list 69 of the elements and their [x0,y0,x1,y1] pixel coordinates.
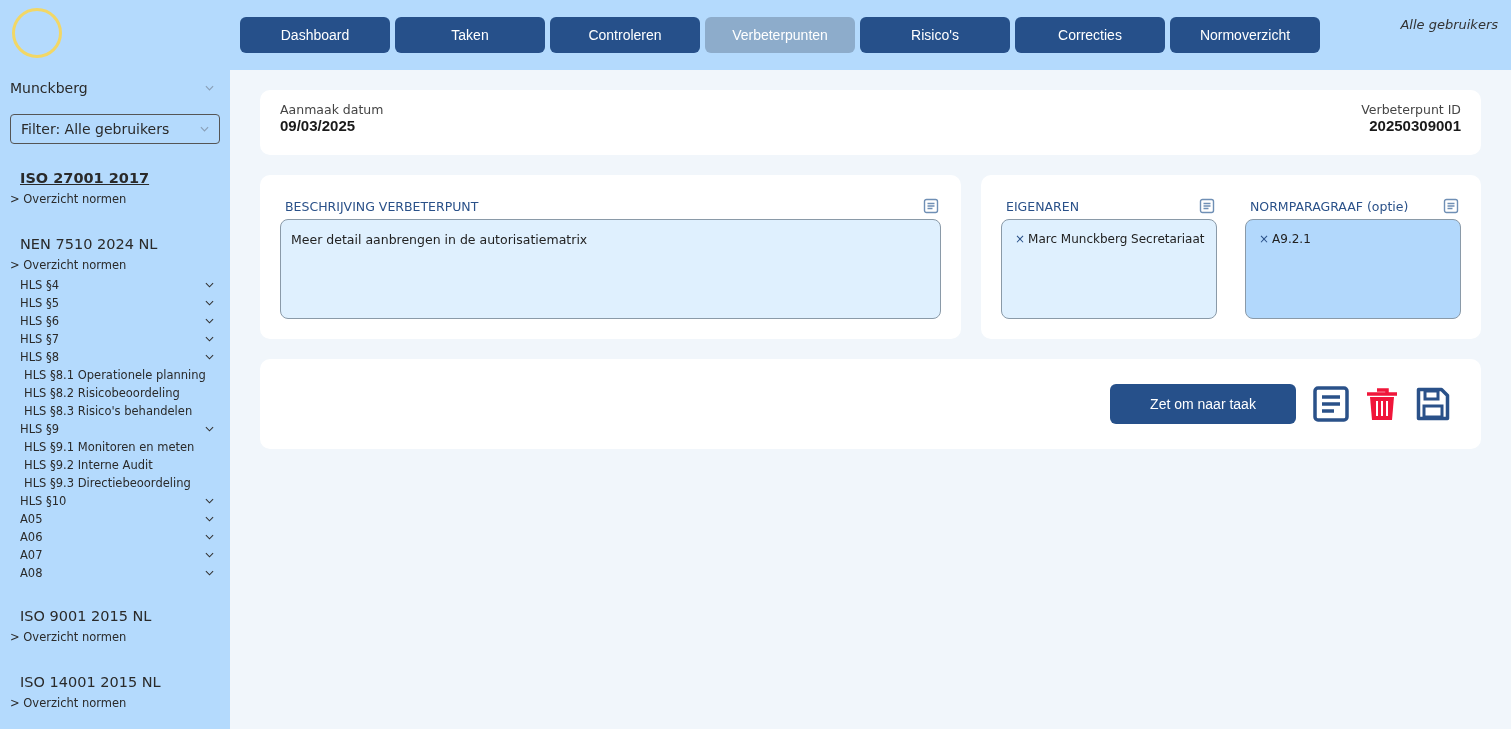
owners-field[interactable]: × Marc Munckberg Secretariaat [1001,219,1217,319]
chevron-down-icon [205,354,214,360]
trash-icon[interactable] [1364,386,1400,422]
owners-label: EIGENAREN [1006,198,1079,214]
date-label: Aanmaak datum [280,102,384,117]
chevron-down-icon [205,426,214,432]
remove-tag-button[interactable]: × [1259,232,1270,246]
norm-paragraph-label: NORMPARAGRAAF (optie) [1250,198,1409,214]
sidebar-item[interactable]: HLS §9 [10,420,220,438]
sidebar-subitem[interactable]: HLS §9.2 Interne Audit [10,456,220,474]
chevron-down-icon [205,534,214,540]
note-icon[interactable] [923,198,939,214]
norm-paragraph-field[interactable]: × A9.2.1 [1245,219,1461,319]
description-field[interactable]: Meer detail aanbrengen in de autorisatiematrix [280,219,941,319]
organization-select[interactable]: Munckberg [10,78,220,98]
document-icon[interactable] [1313,386,1349,422]
sidebar-subitem[interactable]: HLS §8.2 Risicobeoordeling [10,384,220,402]
chevron-down-icon [205,336,214,342]
chevron-down-icon [205,516,214,522]
description-label: BESCHRIJVING VERBETERPUNT [285,198,479,214]
chevron-down-icon [205,498,214,504]
norm-tag: A9.2.1 [1272,232,1311,246]
sidebar-item[interactable]: HLS §8 [10,348,220,366]
norm-title[interactable]: ISO 14001 2015 NL [10,674,220,696]
logo-circle-icon [12,8,62,58]
nav-tab[interactable]: Dashboard [240,17,390,53]
overview-link[interactable]: > Overzicht normen [10,630,220,648]
user-filter-select[interactable]: Filter: Alle gebruikers [10,114,220,144]
chevron-down-icon [205,85,214,91]
owner-tag: Marc Munckberg Secretariaat [1028,232,1205,246]
id-value: 20250309001 [1368,117,1461,134]
sidebar-subitem[interactable]: HLS §9.3 Directiebeoordeling [10,474,220,492]
sidebar-item[interactable]: HLS §4 [10,276,220,294]
sidebar-subitem[interactable]: HLS §9.1 Monitoren en meten [10,438,220,456]
nav-tab[interactable]: Correcties [1015,17,1165,53]
overview-link[interactable]: > Overzicht normen [10,258,220,276]
id-label: Verbeterpunt ID [1361,102,1461,117]
sidebar-subitem[interactable]: HLS §8.3 Risico's behandelen [10,402,220,420]
convert-to-task-button[interactable]: Zet om naar taak [1110,384,1296,424]
save-icon[interactable] [1415,386,1451,422]
nav-tab[interactable]: Controleren [550,17,700,53]
sidebar-item[interactable]: HLS §10 [10,492,220,510]
sidebar-item[interactable]: A08 [10,564,220,582]
note-icon[interactable] [1443,198,1459,214]
note-icon[interactable] [1199,198,1215,214]
chevron-down-icon [205,318,214,324]
overview-link[interactable]: > Overzicht normen [10,696,220,714]
nav-tab[interactable]: Taken [395,17,545,53]
chevron-down-icon [205,282,214,288]
sidebar-item[interactable]: A07 [10,546,220,564]
date-value: 09/03/2025 [280,117,357,134]
sidebar-item[interactable]: A06 [10,528,220,546]
user-filter-label: Alle gebruikers [1400,17,1498,32]
norm-title[interactable]: ISO 27001 2017 [10,170,220,192]
overview-link[interactable]: > Overzicht normen [10,192,220,210]
norm-title[interactable]: NEN 7510 2024 NL [10,236,220,258]
chevron-down-icon [205,300,214,306]
remove-tag-button[interactable]: × [1015,232,1026,246]
sidebar-item[interactable]: HLS §5 [10,294,220,312]
norm-title[interactable]: ISO 9001 2015 NL [10,608,220,630]
chevron-down-icon [200,126,209,132]
sidebar-subitem[interactable]: HLS §8.1 Operationele planning [10,366,220,384]
nav-tab[interactable]: Risico's [860,17,1010,53]
nav-tab[interactable]: Normoverzicht [1170,17,1320,53]
chevron-down-icon [205,552,214,558]
chevron-down-icon [205,570,214,576]
sidebar-item[interactable]: A05 [10,510,220,528]
sidebar-item[interactable]: HLS §6 [10,312,220,330]
sidebar-item[interactable]: HLS §7 [10,330,220,348]
